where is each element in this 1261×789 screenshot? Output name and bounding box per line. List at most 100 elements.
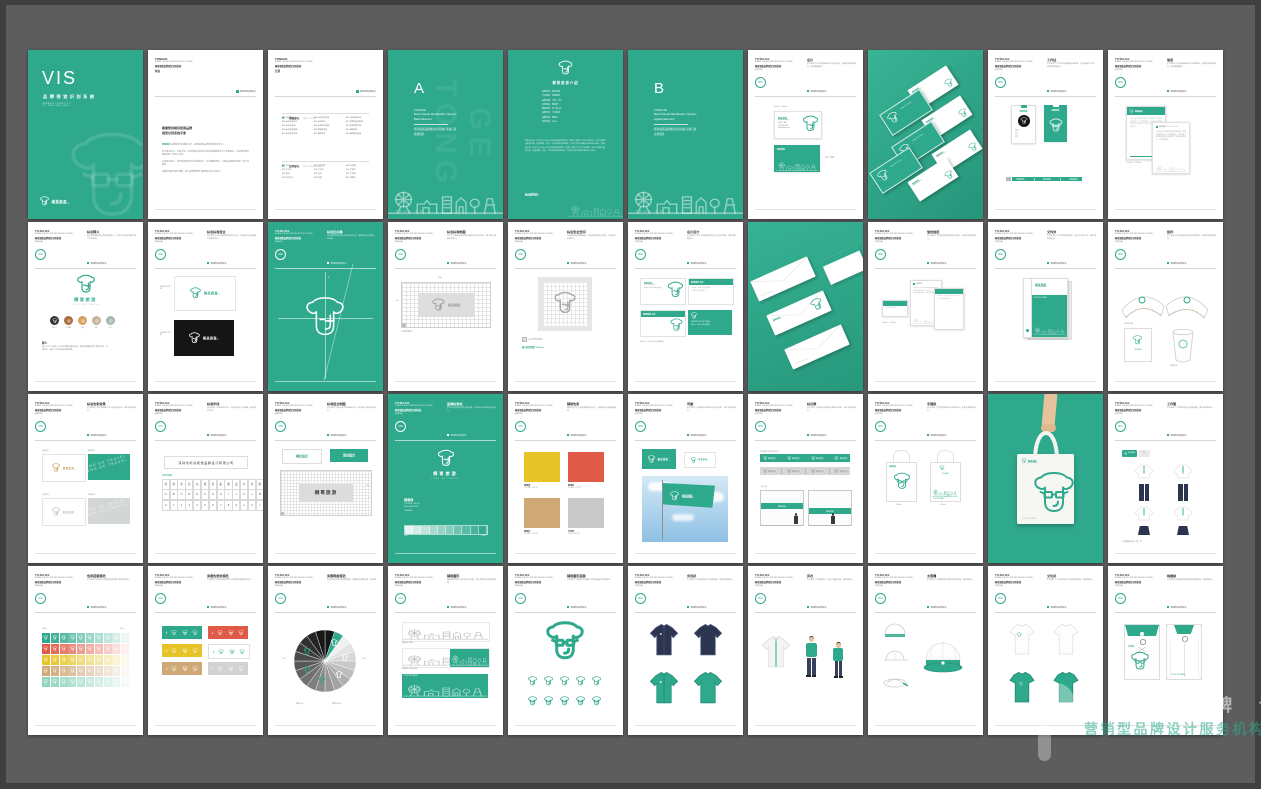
page-a10[interactable]: TONGGE BRAND VISUAL IDENTIFICATION SYSTE… [508,394,623,563]
decor [463,689,469,693]
flag-logo-white: 桐哥旅游TONG GE TRAVEL [684,452,716,468]
combo-grid: 桐哥旅游3aa [280,470,372,516]
page-b01[interactable]: TONGGE BRAND VISUAL IDENTIFICATION SYSTE… [748,50,863,219]
page-mock-bag[interactable]: 桐哥旅游TONG GE TRAVELTONG GE TRAVEL [988,394,1103,563]
decor [409,630,421,639]
decor [779,163,785,171]
decor [1163,169,1168,172]
page-a04[interactable]: TONGGE BRAND VISUAL IDENTIFICATION SYSTE… [388,222,503,391]
page-a06[interactable]: TONGGE BRAND VISUAL IDENTIFICATION SYSTE… [28,394,143,563]
page-b07[interactable]: TONGGE BRAND VISUAL IDENTIFICATION SYSTE… [1108,222,1223,391]
page-header-mark: 桐哥旅游品牌设计 [327,434,347,437]
decor: 桐哥旅游TONG GE TRAVEL [63,510,77,515]
page-header-left: TONGGE BRAND VISUAL IDENTIFICATION SYSTE… [755,573,805,587]
decor [543,696,554,707]
header-rule [875,612,976,613]
page-a03[interactable]: TONGGE BRAND VISUAL IDENTIFICATION SYSTE… [268,222,383,391]
decor: TONG GE TRAVEL [1032,295,1067,337]
decor [106,669,110,673]
bull-logo-icon [122,635,128,641]
lanyard: 桐哥旅游桐哥旅游桐哥旅游 [1012,177,1082,181]
decor [429,693,433,696]
tint-cell [77,677,85,687]
page-b05[interactable]: TONGGE BRAND VISUAL IDENTIFICATION SYSTE… [868,222,983,391]
page-intro[interactable]: 桐哥旅游介绍品牌名称：桐哥旅游行业属性：旅游服务品牌风格：年轻 · 活力标准色彩… [508,50,623,219]
skirt [1177,526,1189,535]
decor [70,669,74,673]
page-b13[interactable]: TONGGE BRAND VISUAL IDENTIFICATION SYSTE… [748,566,863,735]
page-cover[interactable]: VIS品牌视觉识别系统BRAND IDENTITYVI DESIGN 2020桐… [28,50,143,219]
page-divider-a[interactable]: TONG GEATONGGEBrand Visual Identificatio… [388,50,503,219]
page-header-mark: 桐哥旅游品牌设计 [567,262,587,265]
page-b08[interactable]: TONGGE BRAND VISUAL IDENTIFICATION SYSTE… [628,394,743,563]
decor: 应用元素 [995,68,1045,71]
page-header-right: 标准字体 本页规定了品牌标准字体，对外传播的文字请统一使用规范字体。 [207,401,256,413]
page-b15[interactable]: TONGGE BRAND VISUAL IDENTIFICATION SYSTE… [988,566,1103,735]
decor: 桐哥旅游 [1135,110,1143,113]
page-header-right: 文件夹 本页规定了文件夹的标准规格、色彩与制作工艺，请严格参照执行。 [1047,229,1096,241]
header-rule [275,440,376,441]
bull-logo-icon [669,491,680,502]
page-a05[interactable]: TONGGE BRAND VISUAL IDENTIFICATION SYSTE… [508,222,623,391]
page-a08[interactable]: TONGGE BRAND VISUAL IDENTIFICATION SYSTE… [268,394,383,563]
bull-logo-icon [122,668,128,674]
decor: 手提袋 [927,401,976,406]
page-header-mark: 桐哥旅游品牌设计 [1167,90,1187,93]
decor [913,283,915,285]
page-b04[interactable]: TONGGE BRAND VISUAL IDENTIFICATION SYSTE… [628,222,743,391]
decor: C0 M0 Y0 K25 [568,533,580,535]
page-b14[interactable]: TONGGE BRAND VISUAL IDENTIFICATION SYSTE… [868,566,983,735]
page-header-right: 工作证 本页规定了工作证与挂绳的标准规格、色彩及制作工艺，请严格参照执行。 [1047,57,1096,69]
decor [182,666,187,671]
tint-row [42,655,130,665]
decor: 工作证 [1047,57,1096,62]
page-mock-env[interactable]: 桐哥旅游TONG GE TRAVEL桐哥旅游TONG GE TRAVELTONG… [748,222,863,391]
page-header-right: 信封信纸 本页规定了信封信纸套装的规格与版式，使用时请参照执行。 [927,229,976,241]
page-b12[interactable]: TONGGE BRAND VISUAL IDENTIFICATION SYSTE… [628,566,743,735]
decor [1156,126,1158,128]
model-head [809,636,814,642]
page-a07[interactable]: TONGGE BRAND VISUAL IDENTIFICATION SYSTE… [148,394,263,563]
page-toc[interactable]: TONGGEBRAND VISUAL IDENTIFICATION SYSTEM… [268,50,383,219]
decor: 标志释义 [87,229,136,234]
tint-cell [60,655,68,665]
page-a01[interactable]: TONGGE BRAND VISUAL IDENTIFICATION SYSTE… [28,222,143,391]
page-a12[interactable]: TONGGE BRAND VISUAL IDENTIFICATION SYSTE… [148,566,263,735]
header-rule [395,440,496,441]
decor [591,696,602,707]
page-b09[interactable]: TONGGE BRAND VISUAL IDENTIFICATION SYSTE… [748,394,863,563]
decor: TONG GE TRAVEL [682,498,694,499]
decor [464,633,470,637]
page-divider-b[interactable]: BTONG GEBrand Visual Identification Syst… [628,50,743,219]
page-b11[interactable]: TONGGE BRAND VISUAL IDENTIFICATION SYSTE… [1108,394,1223,563]
page-b02[interactable]: TONGGE BRAND VISUAL IDENTIFICATION SYSTE… [988,50,1103,219]
page-a14[interactable]: TONGGE BRAND VISUAL IDENTIFICATION SYSTE… [388,566,503,735]
bull-logo-icon [690,457,697,464]
decor [670,491,678,499]
decor [83,283,89,289]
header-rule [1115,268,1216,269]
decor [607,210,611,214]
decor [559,61,572,74]
page-b16[interactable]: TONGGE BRAND VISUAL IDENTIFICATION SYSTE… [1108,566,1223,735]
page-a13[interactable]: TONGGE BRAND VISUAL IDENTIFICATION SYSTE… [268,566,383,735]
wheel-caption-right: 明度 100% [332,702,341,705]
decor: 桐哥旅游品牌设计 [571,262,587,265]
card-name2: 桐哥旅游·名片 [640,310,686,337]
page-a02[interactable]: TONGGE BRAND VISUAL IDENTIFICATION SYSTE… [148,222,263,391]
page-b10[interactable]: TONGGE BRAND VISUAL IDENTIFICATION SYSTE… [868,394,983,563]
decor [920,322,921,323]
page-header-mark: 桐哥旅游品牌设计 [87,434,107,437]
decor [811,165,815,170]
page-b06[interactable]: TONGGE BRAND VISUAL IDENTIFICATION SYSTE… [988,222,1103,391]
decor: 基础元素 [35,240,85,243]
page-b03[interactable]: TONGGE BRAND VISUAL IDENTIFICATION SYSTE… [1108,50,1223,219]
page-a09[interactable]: TONGGE BRAND VISUAL IDENTIFICATION SYSTE… [388,394,503,563]
decor: 档案袋 [1167,573,1216,578]
card-back: 桐哥旅游 TONG GE TRAVEL90mm × 54mm 300g 铜版纸 [688,310,732,335]
decor [776,157,818,171]
page-a15[interactable]: TONGGE BRAND VISUAL IDENTIFICATION SYSTE… [508,566,623,735]
page-preface[interactable]: TONGGEBRAND VISUAL IDENTIFICATION SYSTEM… [148,50,263,219]
page-a11[interactable]: TONGGE BRAND VISUAL IDENTIFICATION SYSTE… [28,566,143,735]
page-mock-cards[interactable]: 桐哥旅游TONG GE TRAVELTONG GE TRAVEL桐哥旅游TONG… [868,50,983,219]
